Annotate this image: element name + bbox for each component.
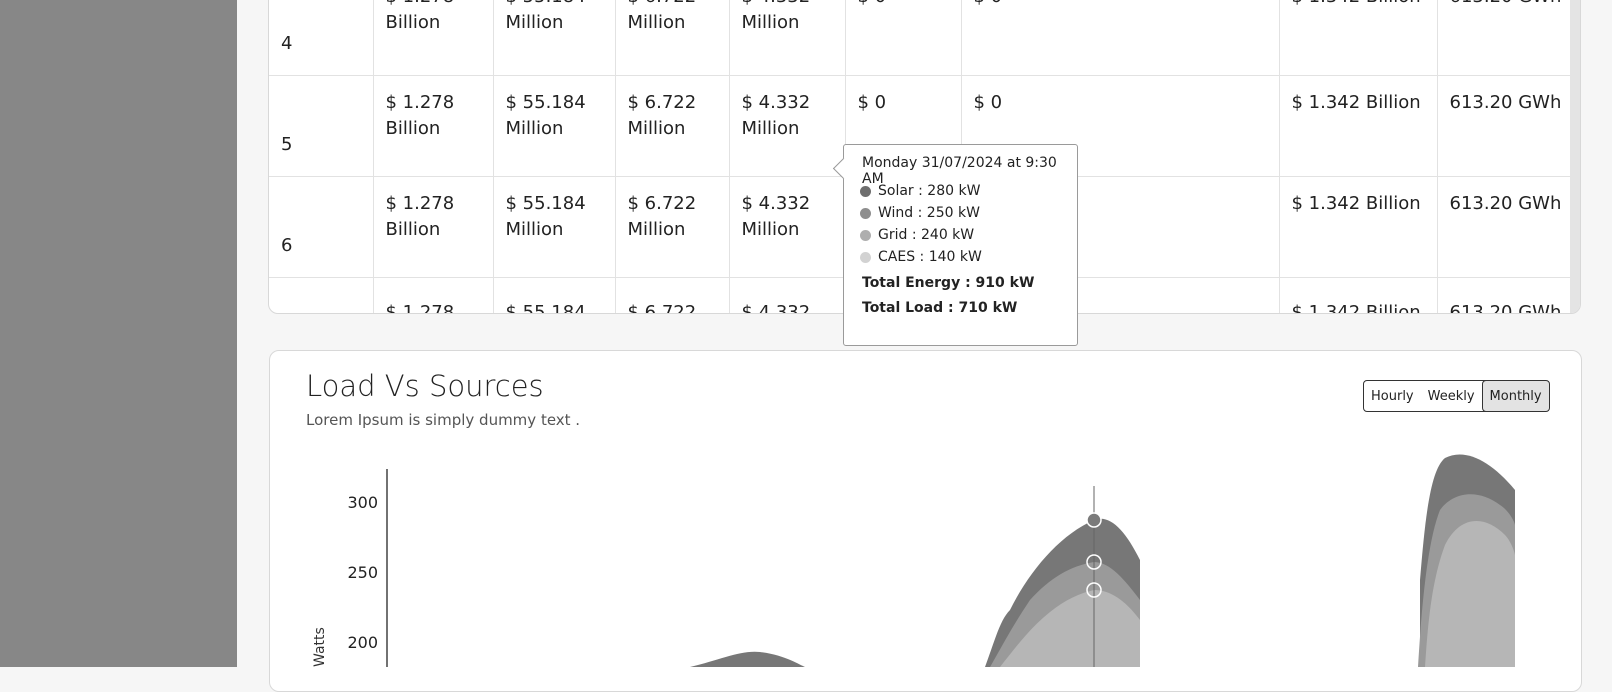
tooltip-solar: Solar : 280 kW [860, 183, 980, 199]
caes-dot [860, 251, 871, 263]
tooltip-caes-label: CAES : 140 kW [878, 249, 982, 265]
wind-dot [860, 207, 871, 219]
y-axis-label: Watts [312, 627, 328, 667]
grid-dot [860, 229, 871, 241]
y-tick-label: 250 [347, 563, 378, 582]
tooltip-total-load: Total Load : 710 kW [862, 300, 1018, 316]
tooltip-solar-label: Solar : 280 kW [878, 183, 981, 199]
tooltip-caes: CAES : 140 kW [860, 249, 982, 265]
y-tick-label: 200 [347, 633, 378, 652]
tooltip-total-energy: Total Energy : 910 kW [862, 275, 1035, 291]
y-tick-label: 300 [347, 493, 378, 512]
tooltip-wind-label: Wind : 250 kW [878, 205, 980, 221]
tooltip-grid-label: Grid : 240 kW [878, 227, 975, 243]
solar-dot [860, 185, 871, 197]
hover-point-solar [1086, 512, 1102, 528]
chart-tooltip: Monday 31/07/2024 at 9:30 AM Solar : 280… [832, 144, 1078, 346]
solar-area-mid [690, 651, 805, 667]
tooltip-wind: Wind : 250 kW [860, 205, 980, 221]
load-sources-chart: 200 250 300 Watts [312, 454, 1515, 667]
tooltip-grid: Grid : 240 kW [860, 227, 974, 243]
